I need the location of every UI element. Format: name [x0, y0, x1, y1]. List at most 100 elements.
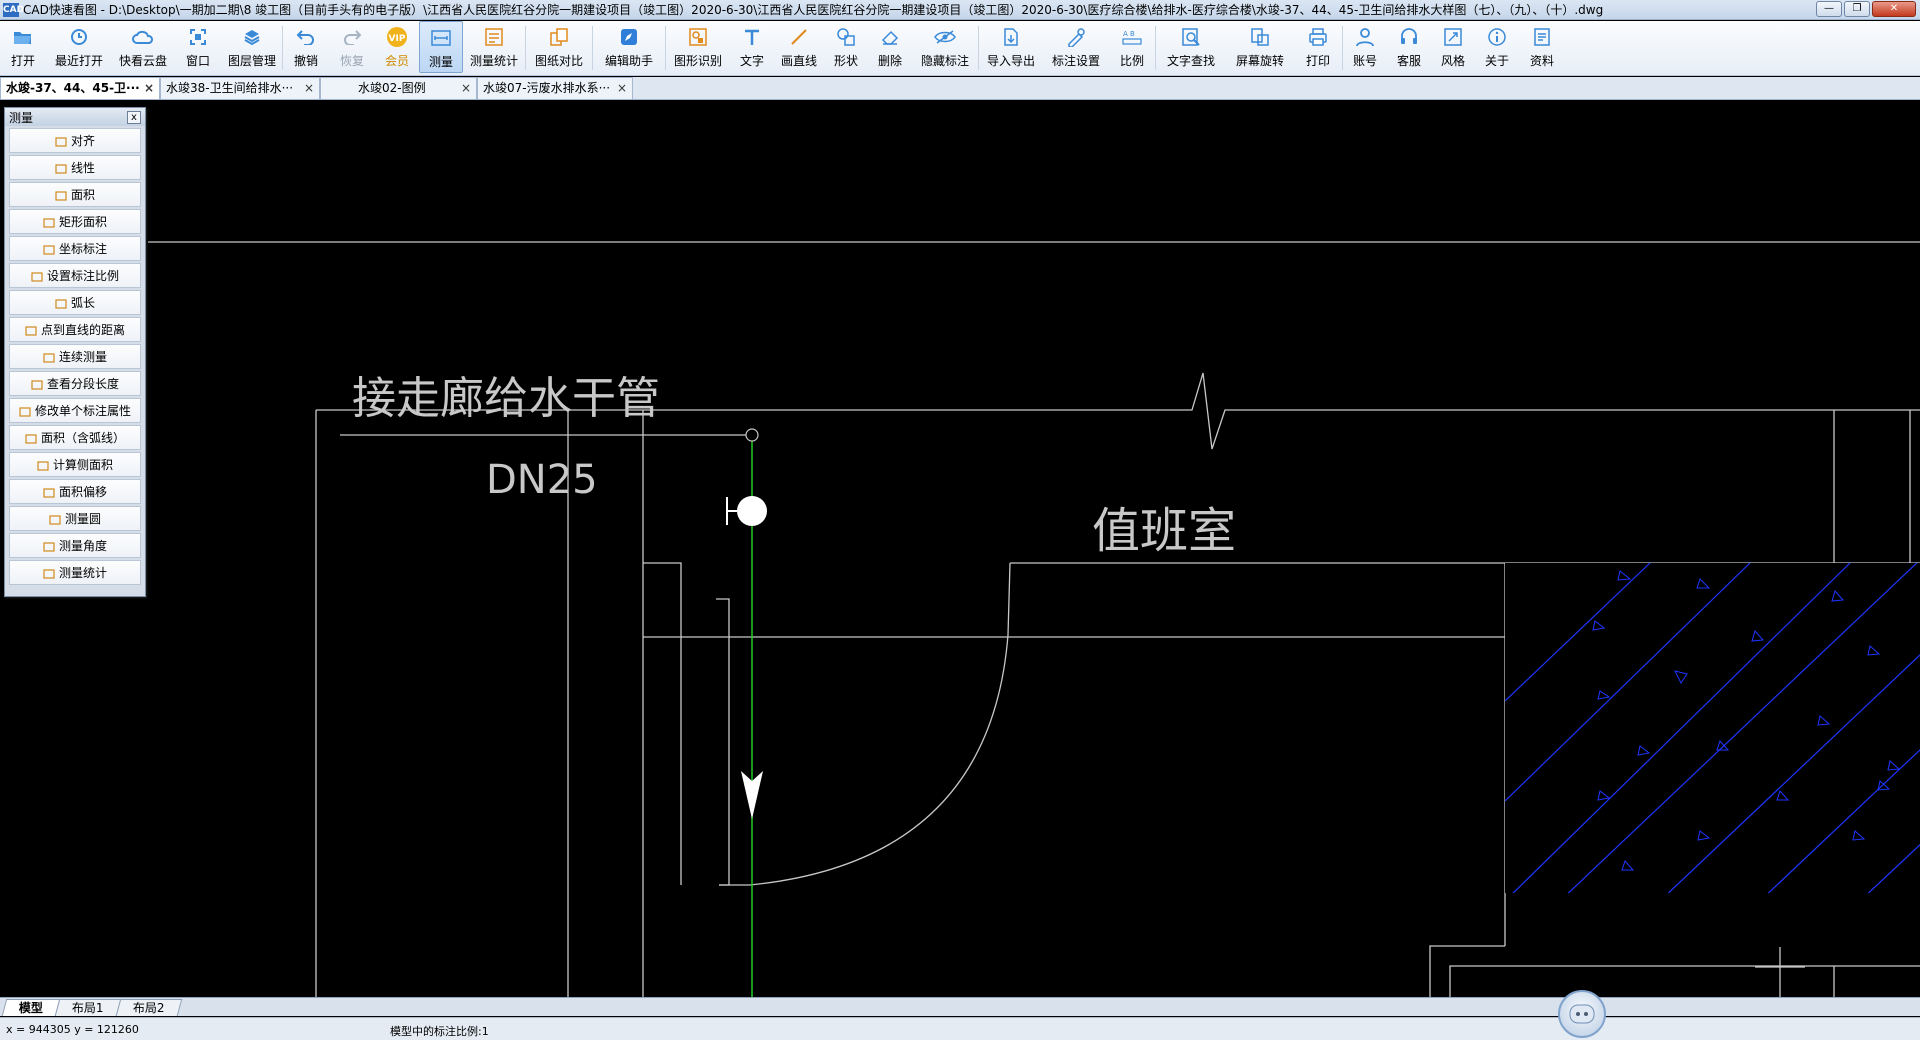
- draw-line-label: 画直线: [780, 54, 817, 68]
- close-window-button[interactable]: ✕: [1872, 1, 1916, 17]
- about-button[interactable]: 关于: [1475, 21, 1519, 73]
- measure-tool-label: 坐标标注: [58, 242, 107, 256]
- measure-tool-item[interactable]: 坐标标注: [9, 236, 141, 261]
- account-button[interactable]: 账号: [1343, 21, 1387, 73]
- shape-recognize-button[interactable]: 图形识别: [666, 21, 730, 73]
- measure-panel-close-button[interactable]: x: [127, 110, 141, 124]
- text-tool-label: 文字: [739, 54, 764, 68]
- cursor-coordinates: x = 944305 y = 121260: [6, 1023, 139, 1036]
- minimize-button[interactable]: —: [1816, 1, 1842, 17]
- measure-tool-item[interactable]: 修改单个标注属性: [9, 398, 141, 423]
- tab-label: 水竣02-图例: [358, 81, 426, 95]
- vip-label: 会员: [384, 54, 409, 68]
- vip-button[interactable]: VIP 会员: [375, 21, 419, 73]
- open-button[interactable]: 打开: [0, 21, 46, 73]
- drawing-canvas[interactable]: 接走廊给水干管 DN25 值班室: [0, 101, 1920, 997]
- measure-tool-item[interactable]: 连续测量: [9, 344, 141, 369]
- measure-tool-item[interactable]: 测量圆: [9, 506, 141, 531]
- measure-tool-item[interactable]: 测量统计: [9, 560, 141, 585]
- measure-tool-item[interactable]: 计算侧面积: [9, 452, 141, 477]
- cad-drawing: 接走廊给水干管 DN25 值班室: [148, 241, 1920, 997]
- support-button[interactable]: 客服: [1387, 21, 1431, 73]
- cloud-drive-label: 快看云盘: [118, 54, 167, 68]
- tab-layout-2[interactable]: 布局2: [115, 999, 182, 1016]
- measure-tool-item[interactable]: 查看分段长度: [9, 371, 141, 396]
- info-icon: [1486, 26, 1508, 48]
- measure-tool-item[interactable]: 对齐: [9, 128, 141, 153]
- text-search-button[interactable]: 文字查找: [1156, 21, 1226, 73]
- tab-close-icon[interactable]: ×: [461, 78, 471, 99]
- robot-avatar-icon: [1569, 1004, 1595, 1024]
- tab-document-1[interactable]: 水竣-37、44、45-卫··· ×: [0, 77, 160, 99]
- tab-close-icon[interactable]: ×: [617, 78, 627, 99]
- scale-button[interactable]: A B 比例: [1109, 21, 1155, 73]
- room-name-text: 值班室: [1092, 503, 1236, 559]
- screen-rotate-label: 屏幕旋转: [1235, 54, 1284, 68]
- maximize-button[interactable]: ❐: [1844, 1, 1870, 17]
- cloud-drive-button[interactable]: 快看云盘: [112, 21, 174, 73]
- draw-line-button[interactable]: 画直线: [774, 21, 824, 73]
- hide-annotation-label: 隐藏标注: [920, 54, 969, 68]
- annotation-settings-button[interactable]: 标注设置: [1043, 21, 1109, 73]
- door-line: [1007, 562, 1011, 636]
- tab-layout-2-label: 布局2: [132, 1001, 165, 1015]
- compare-icon: [548, 26, 570, 48]
- layer-manager-button[interactable]: 图层管理: [222, 21, 282, 73]
- floating-assistant-button[interactable]: [1558, 990, 1606, 1038]
- measure-tool-item[interactable]: 面积偏移: [9, 479, 141, 504]
- measure-tool-item[interactable]: 点到直线的距离: [9, 317, 141, 342]
- cad-viewer-window: CAD CAD快速看图 - D:\Desktop\一期加二期\8 竣工图（目前手…: [0, 0, 1920, 1040]
- measure-tool-item[interactable]: 设置标注比例: [9, 263, 141, 288]
- import-export-button[interactable]: 导入导出: [979, 21, 1043, 73]
- measure-tool-icon: [43, 568, 55, 579]
- delete-button[interactable]: 删除: [868, 21, 912, 73]
- measure-tool-item[interactable]: 面积: [9, 182, 141, 207]
- shape-button[interactable]: 形状: [824, 21, 868, 73]
- layers-icon: [241, 26, 263, 48]
- measure-stats-button[interactable]: 测量统计: [463, 21, 525, 73]
- measure-panel-header[interactable]: 测量 x: [5, 108, 145, 126]
- measure-tool-item[interactable]: 弧长: [9, 290, 141, 315]
- tab-close-icon[interactable]: ×: [144, 78, 154, 99]
- tab-document-4[interactable]: 水竣07-污废水排水系··· ×: [477, 77, 633, 99]
- about-label: 关于: [1484, 54, 1509, 68]
- print-button[interactable]: 打印: [1294, 21, 1342, 73]
- measure-tool-item[interactable]: 面积（含弧线）: [9, 425, 141, 450]
- docs-label: 资料: [1529, 54, 1554, 68]
- measure-stats-icon: [483, 26, 505, 48]
- tab-document-3[interactable]: 水竣02-图例 ×: [320, 77, 477, 99]
- undo-button[interactable]: 撤销: [283, 21, 329, 73]
- style-button[interactable]: 风格: [1431, 21, 1475, 73]
- edit-assistant-button[interactable]: 编辑助手: [593, 21, 665, 73]
- measure-tool-item[interactable]: 线性: [9, 155, 141, 180]
- recent-open-button[interactable]: 最近打开: [46, 21, 112, 73]
- window-icon: [187, 26, 209, 48]
- measure-tool-label: 面积: [70, 188, 95, 202]
- vip-icon: VIP: [386, 26, 408, 48]
- measure-tool-icon: [55, 163, 67, 174]
- drawing-compare-label: 图纸对比: [534, 54, 583, 68]
- shape-recognize-icon: [687, 26, 709, 48]
- tab-layout-1-label: 布局1: [71, 1001, 104, 1015]
- scale-label: 比例: [1119, 54, 1144, 68]
- layer-manager-label: 图层管理: [227, 54, 276, 68]
- account-icon: [1354, 26, 1376, 48]
- cloud-icon: [132, 26, 154, 48]
- measure-tool-label: 面积（含弧线）: [40, 431, 125, 445]
- tab-close-icon[interactable]: ×: [304, 78, 314, 99]
- measure-tool-item[interactable]: 测量角度: [9, 533, 141, 558]
- measure-button[interactable]: 测量: [419, 21, 463, 73]
- measure-tool-label: 测量圆: [64, 512, 101, 526]
- tab-model[interactable]: 模型: [1, 999, 61, 1016]
- support-label: 客服: [1396, 54, 1421, 68]
- redo-button[interactable]: 恢复: [329, 21, 375, 73]
- screen-rotate-button[interactable]: 屏幕旋转: [1226, 21, 1294, 73]
- tab-layout-1[interactable]: 布局1: [54, 999, 121, 1016]
- drawing-compare-button[interactable]: 图纸对比: [526, 21, 592, 73]
- text-tool-button[interactable]: 文字: [730, 21, 774, 73]
- hide-annotation-button[interactable]: 隐藏标注: [912, 21, 978, 73]
- docs-button[interactable]: 资料: [1519, 21, 1565, 73]
- window-button[interactable]: 窗口: [174, 21, 222, 73]
- measure-tool-item[interactable]: 矩形面积: [9, 209, 141, 234]
- tab-document-2[interactable]: 水竣38-卫生间给排水··· ×: [160, 77, 320, 99]
